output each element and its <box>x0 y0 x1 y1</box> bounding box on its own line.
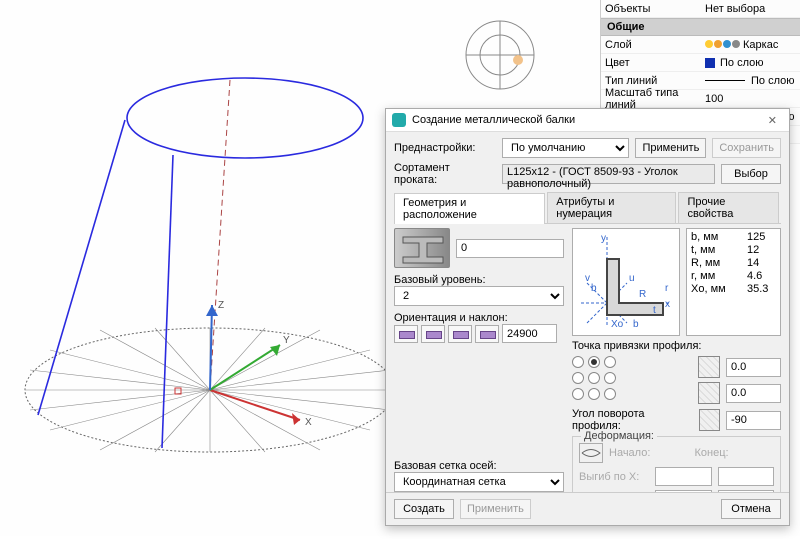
cancel-button[interactable]: Отмена <box>721 499 781 519</box>
presets-select[interactable]: По умолчанию <box>502 138 629 158</box>
beam-preview-icon <box>394 228 450 268</box>
svg-text:v: v <box>585 273 590 284</box>
svg-text:x: x <box>665 299 670 310</box>
base-grid-label: Базовая сетка осей: <box>394 460 564 472</box>
save-preset-button[interactable]: Сохранить <box>712 138 781 158</box>
svg-text:b: b <box>633 319 639 330</box>
anchor-radio[interactable] <box>604 388 616 400</box>
svg-text:R: R <box>639 289 646 300</box>
linetype-preview <box>705 80 745 81</box>
deformation-group: Деформация: Начало: Конец: Выгиб по X: В… <box>572 436 781 492</box>
orient-option-3[interactable] <box>448 325 472 343</box>
bend-x-start <box>655 467 712 486</box>
prop-layer-row[interactable]: Слой Каркас <box>601 36 800 54</box>
prop-color-row[interactable]: Цвет По слою <box>601 54 800 72</box>
svg-text:y: y <box>601 233 606 244</box>
base-level-label: Базовый уровень: <box>394 274 564 286</box>
offset-y-input[interactable] <box>726 384 781 403</box>
anchor-radio[interactable] <box>604 372 616 384</box>
apply-button[interactable]: Применить <box>460 499 531 519</box>
color-swatch <box>705 58 715 68</box>
dialog-titlebar[interactable]: Создание металлической балки ✕ <box>386 109 789 132</box>
prop-objects-key: Объекты <box>605 3 705 15</box>
anchor-radio[interactable] <box>572 372 584 384</box>
svg-text:Z: Z <box>218 300 224 311</box>
create-button[interactable]: Создать <box>394 499 454 519</box>
base-grid-select[interactable]: Координатная сетка <box>394 472 564 492</box>
assortment-label: Сортамент проката: <box>394 162 496 186</box>
svg-text:u: u <box>629 273 635 284</box>
anchor-radio[interactable] <box>588 388 600 400</box>
prop-objects-row: Объекты Нет выбора <box>601 0 800 18</box>
prop-objects-val: Нет выбора <box>705 3 796 15</box>
prop-ltscale-row[interactable]: Масштаб типа линий 100 <box>601 90 800 108</box>
apply-preset-button[interactable]: Применить <box>635 138 706 158</box>
prop-section-general: Общие <box>601 18 800 36</box>
tabs: Геометрия и расположение Атрибуты и нуме… <box>394 192 781 224</box>
anchor-radio[interactable] <box>572 356 584 368</box>
orient-option-1[interactable] <box>394 325 418 343</box>
svg-text:X: X <box>305 417 312 428</box>
anchor-label: Точка привязки профиля: <box>572 340 781 352</box>
tab-attributes[interactable]: Атрибуты и нумерация <box>547 192 676 223</box>
rotation-icon[interactable] <box>699 409 720 431</box>
create-beam-dialog: Создание металлической балки ✕ Преднастр… <box>385 108 790 526</box>
profile-diagram: x y u v R b b Xo t r <box>572 228 680 336</box>
svg-text:b: b <box>591 283 597 294</box>
anchor-radio[interactable] <box>604 356 616 368</box>
close-icon[interactable]: ✕ <box>762 114 783 127</box>
anchor-radio[interactable] <box>588 356 600 368</box>
bend-y-end <box>718 490 775 492</box>
assortment-value: L125x12 - (ГОСТ 8509-93 - Уголок равнопо… <box>502 164 715 184</box>
rotation-input[interactable] <box>726 411 781 430</box>
rotation-label: Угол поворота профиля: <box>572 408 687 432</box>
svg-text:t: t <box>653 305 656 316</box>
svg-text:Xo: Xo <box>611 319 624 330</box>
layer-state-icons <box>705 39 741 51</box>
app-icon <box>392 113 406 127</box>
anchor-radio[interactable] <box>572 388 584 400</box>
orient-option-4[interactable] <box>475 325 499 343</box>
presets-label: Преднастройки: <box>394 142 496 154</box>
dialog-title: Создание металлической балки <box>412 114 762 126</box>
bend-y-start <box>655 490 712 492</box>
anchor-grid <box>572 356 618 402</box>
incline-input[interactable] <box>502 324 557 343</box>
deform-icon[interactable] <box>579 443 603 463</box>
assortment-pick-button[interactable]: Выбор <box>721 164 781 184</box>
base-level-select[interactable]: 2 <box>394 286 564 306</box>
tab-other[interactable]: Прочие свойства <box>678 192 779 223</box>
align-x-icon[interactable] <box>698 356 720 378</box>
bend-x-end <box>718 467 775 486</box>
anchor-radio[interactable] <box>588 372 600 384</box>
svg-text:Y: Y <box>283 335 290 346</box>
align-y-icon[interactable] <box>698 382 720 404</box>
orientation-label: Ориентация и наклон: <box>394 312 564 324</box>
svg-text:r: r <box>665 283 669 294</box>
orient-option-2[interactable] <box>421 325 445 343</box>
length-input[interactable] <box>456 239 564 258</box>
offset-x-input[interactable] <box>726 358 781 377</box>
profile-params-table: b, мм125 t, мм12 R, мм14 r, мм4.6 Xo, мм… <box>686 228 781 336</box>
tab-geometry[interactable]: Геометрия и расположение <box>394 193 545 224</box>
